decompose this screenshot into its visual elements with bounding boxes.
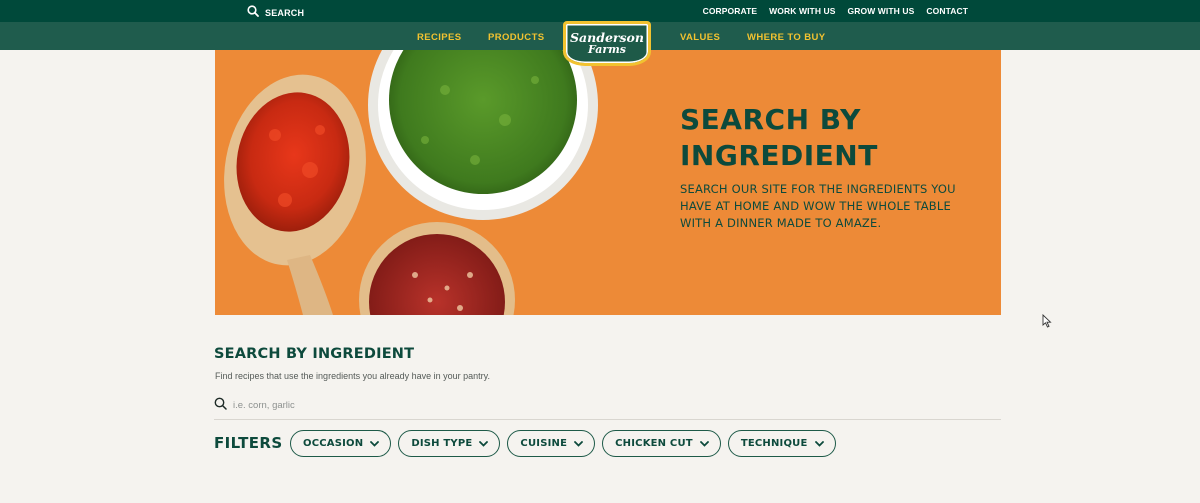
nav-where-to-buy[interactable]: WHERE TO BUY: [747, 32, 826, 43]
utility-bar: SEARCH CORPORATE WORK WITH US GROW WITH …: [0, 0, 1200, 22]
spices-image: [224, 50, 598, 315]
filters-label: FILTERS: [214, 434, 283, 452]
header-search-button[interactable]: SEARCH: [247, 4, 304, 22]
link-corporate[interactable]: CORPORATE: [703, 6, 758, 16]
header-search-label: SEARCH: [265, 8, 305, 18]
nav-products[interactable]: PRODUCTS: [488, 32, 545, 43]
filter-cuisine-dropdown[interactable]: CUISINE: [507, 430, 596, 457]
filter-chips: OCCASION DISH TYPE CUISINE CHICKEN CUT T…: [290, 430, 836, 457]
filter-label: DISH TYPE: [411, 438, 473, 449]
filter-label: TECHNIQUE: [740, 438, 808, 449]
hero-banner: SEARCH BY INGREDIENT SEARCH OUR SITE FOR…: [215, 50, 1001, 315]
section-title: SEARCH BY INGREDIENT: [214, 346, 415, 362]
search-icon: [247, 4, 259, 22]
ingredient-search-input[interactable]: [233, 400, 733, 411]
chevron-down-icon: [370, 440, 380, 447]
filter-label: OCCASION: [303, 438, 364, 449]
chevron-down-icon: [814, 440, 824, 447]
hero-description: SEARCH OUR SITE FOR THE INGREDIENTS YOU …: [680, 182, 956, 230]
hero-title: SEARCH BY INGREDIENT: [680, 103, 878, 172]
nav-values[interactable]: VALUES: [680, 32, 720, 43]
chevron-down-icon: [574, 440, 584, 447]
chevron-down-icon: [479, 440, 489, 447]
filter-chicken-cut-dropdown[interactable]: CHICKEN CUT: [602, 430, 721, 457]
search-icon: [214, 397, 227, 415]
ingredient-search-field[interactable]: [214, 392, 1001, 420]
link-work-with-us[interactable]: WORK WITH US: [769, 6, 835, 16]
filter-occasion-dropdown[interactable]: OCCASION: [290, 430, 392, 457]
filter-label: CHICKEN CUT: [615, 438, 693, 449]
cursor-arrow: [1042, 314, 1052, 328]
filter-technique-dropdown[interactable]: TECHNIQUE: [727, 430, 836, 457]
sanderson-farms-logo[interactable]: Sanderson Farms: [563, 21, 651, 66]
filter-label: CUISINE: [520, 438, 568, 449]
logo-line-2: Farms: [588, 43, 626, 56]
utility-links: CORPORATE WORK WITH US GROW WITH US CONT…: [703, 6, 968, 16]
link-contact[interactable]: CONTACT: [926, 6, 968, 16]
nav-recipes[interactable]: RECIPES: [417, 32, 462, 43]
section-description: Find recipes that use the ingredients yo…: [215, 371, 490, 381]
link-grow-with-us[interactable]: GROW WITH US: [848, 6, 915, 16]
chevron-down-icon: [699, 440, 709, 447]
filter-dish-type-dropdown[interactable]: DISH TYPE: [398, 430, 501, 457]
